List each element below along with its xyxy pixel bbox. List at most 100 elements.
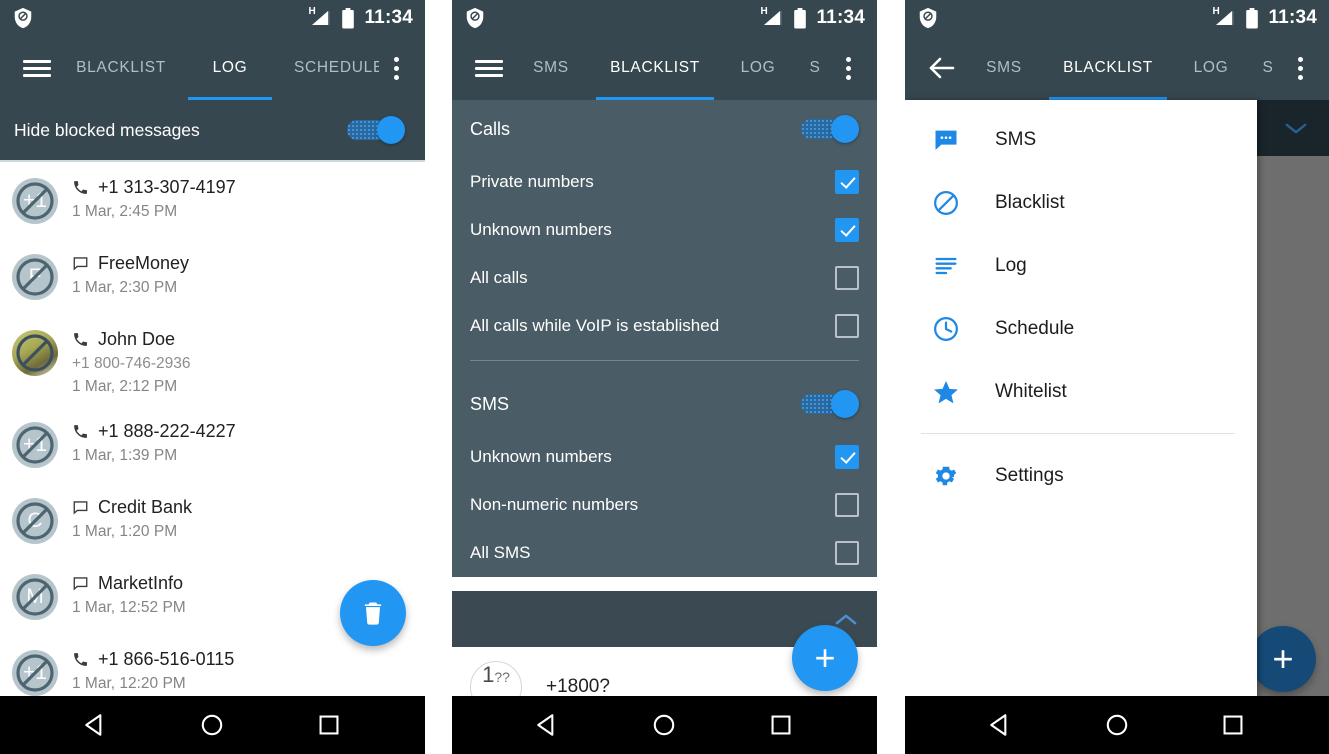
tab-schedule[interactable]: SCHEDULE [276, 36, 379, 100]
add-fab-button[interactable]: + [1250, 626, 1316, 692]
delete-fab-button[interactable] [340, 580, 406, 646]
drawer-item-whitelist[interactable]: Whitelist [905, 360, 1257, 423]
sms-master-row[interactable]: SMS [470, 375, 859, 433]
phone-icon [74, 425, 87, 438]
recents-square-icon[interactable] [1220, 712, 1246, 738]
tab-schedule-truncated[interactable]: S [798, 36, 831, 100]
log-title: +1 313-307-4197 [98, 177, 236, 197]
sms-bubble-icon [931, 125, 961, 155]
log-row[interactable]: John Doe +1 800-746-2936 1 Mar, 2:12 PM [0, 314, 425, 406]
home-circle-icon[interactable] [651, 712, 677, 738]
hamburger-menu-button[interactable] [468, 47, 510, 89]
checkbox-non-numeric-numbers[interactable] [835, 493, 859, 517]
hamburger-icon [23, 56, 51, 81]
system-nav-bar [0, 696, 425, 754]
signal-icon: H [760, 7, 784, 28]
chevron-up-icon [835, 614, 857, 624]
trash-icon [364, 602, 382, 625]
overflow-menu-icon [393, 56, 399, 62]
home-circle-icon[interactable] [199, 712, 225, 738]
blocked-overlay-icon [16, 334, 54, 372]
blocked-overlay-icon [16, 654, 54, 692]
option-all-calls-voip[interactable]: All calls while VoIP is established [470, 302, 859, 350]
checkbox-private-numbers[interactable] [835, 170, 859, 194]
drawer-item-sms[interactable]: SMS [905, 108, 1257, 171]
tab-blacklist[interactable]: BLACKLIST [58, 36, 184, 100]
plus-icon: + [814, 637, 836, 678]
hamburger-menu-button[interactable] [16, 47, 58, 89]
log-row[interactable]: +1 +1 888-222-4227 1 Mar, 1:39 PM [0, 406, 425, 482]
drawer-item-label: Schedule [995, 317, 1075, 339]
hide-blocked-messages-toggle[interactable] [347, 116, 405, 144]
calls-master-toggle[interactable] [801, 115, 859, 143]
calls-master-row[interactable]: Calls [470, 100, 859, 158]
system-nav-bar [905, 696, 1329, 754]
navigation-drawer: SMS Blacklist Log Schedule Whitelist Set… [905, 100, 1257, 754]
signal-icon: H [308, 7, 332, 28]
phone-screen-log: H 11:34 BLACKLIST LOG SCHEDULE Hide bloc… [0, 0, 425, 754]
home-circle-icon[interactable] [1104, 712, 1130, 738]
tab-sms[interactable]: SMS [963, 36, 1045, 100]
drawer-item-log[interactable]: Log [905, 234, 1257, 297]
drawer-item-schedule[interactable]: Schedule [905, 297, 1257, 360]
checkbox-unknown-numbers-calls[interactable] [835, 218, 859, 242]
block-circle-icon [931, 188, 961, 218]
phone-screen-navigation-drawer: H 11:34 SMS BLACKLIST LOG S + SMS Blackl… [905, 0, 1329, 754]
option-non-numeric-numbers[interactable]: Non-numeric numbers [470, 481, 859, 529]
log-number: +1 800-746-2936 [72, 355, 191, 372]
back-triangle-icon[interactable] [535, 712, 561, 738]
tab-log[interactable]: LOG [718, 36, 798, 100]
option-private-numbers[interactable]: Private numbers [470, 158, 859, 206]
tab-blacklist[interactable]: BLACKLIST [1045, 36, 1171, 100]
blocked-overlay-icon [16, 502, 54, 540]
log-time: 1 Mar, 12:20 PM [72, 675, 186, 692]
recents-square-icon[interactable] [316, 712, 342, 738]
option-all-sms[interactable]: All SMS [470, 529, 859, 577]
back-button[interactable] [921, 47, 963, 89]
drawer-item-label: Blacklist [995, 191, 1065, 213]
hide-blocked-messages-row[interactable]: Hide blocked messages [0, 100, 425, 162]
add-fab-button[interactable]: + [792, 625, 858, 691]
tab-log[interactable]: LOG [184, 36, 276, 100]
status-bar: H 11:34 [905, 0, 1329, 36]
overflow-menu-button[interactable] [1283, 45, 1317, 91]
tab-log[interactable]: LOG [1171, 36, 1251, 100]
avatar: +1 [12, 422, 58, 468]
tab-blacklist[interactable]: BLACKLIST [592, 36, 718, 100]
checkbox-all-calls[interactable] [835, 266, 859, 290]
system-nav-bar [452, 696, 877, 754]
recents-square-icon[interactable] [768, 712, 794, 738]
status-bar: H 11:34 [0, 0, 425, 36]
overflow-menu-button[interactable] [831, 45, 865, 91]
star-icon [931, 377, 961, 407]
back-triangle-icon[interactable] [988, 712, 1014, 738]
clock-label: 11:34 [364, 7, 413, 28]
checkbox-unknown-numbers-sms[interactable] [835, 445, 859, 469]
option-unknown-numbers-sms[interactable]: Unknown numbers [470, 433, 859, 481]
log-row[interactable]: +1 +1 313-307-4197 1 Mar, 2:45 PM [0, 162, 425, 238]
arrow-back-icon [929, 57, 955, 79]
tab-schedule-truncated[interactable]: S [1251, 36, 1283, 100]
blocked-overlay-icon [16, 426, 54, 464]
shield-block-icon [466, 7, 484, 29]
log-row[interactable]: C Credit Bank 1 Mar, 1:20 PM [0, 482, 425, 558]
phone-icon [74, 181, 87, 194]
option-all-calls[interactable]: All calls [470, 254, 859, 302]
avatar: +1 [12, 178, 58, 224]
checkbox-all-sms[interactable] [835, 541, 859, 565]
clock-label: 11:34 [1268, 7, 1317, 28]
tab-sms[interactable]: SMS [510, 36, 592, 100]
back-triangle-icon[interactable] [83, 712, 109, 738]
checkbox-all-calls-voip[interactable] [835, 314, 859, 338]
drawer-item-settings[interactable]: Settings [905, 444, 1257, 507]
overflow-menu-button[interactable] [379, 45, 413, 91]
overflow-menu-icon [845, 56, 851, 62]
overflow-menu-icon [1297, 56, 1303, 62]
drawer-item-blacklist[interactable]: Blacklist [905, 171, 1257, 234]
log-lines-icon [931, 251, 961, 281]
sms-master-toggle[interactable] [801, 390, 859, 418]
blocked-overlay-icon [16, 578, 54, 616]
blocked-overlay-icon [16, 182, 54, 220]
option-unknown-numbers-calls[interactable]: Unknown numbers [470, 206, 859, 254]
log-row[interactable]: F FreeMoney 1 Mar, 2:30 PM [0, 238, 425, 314]
